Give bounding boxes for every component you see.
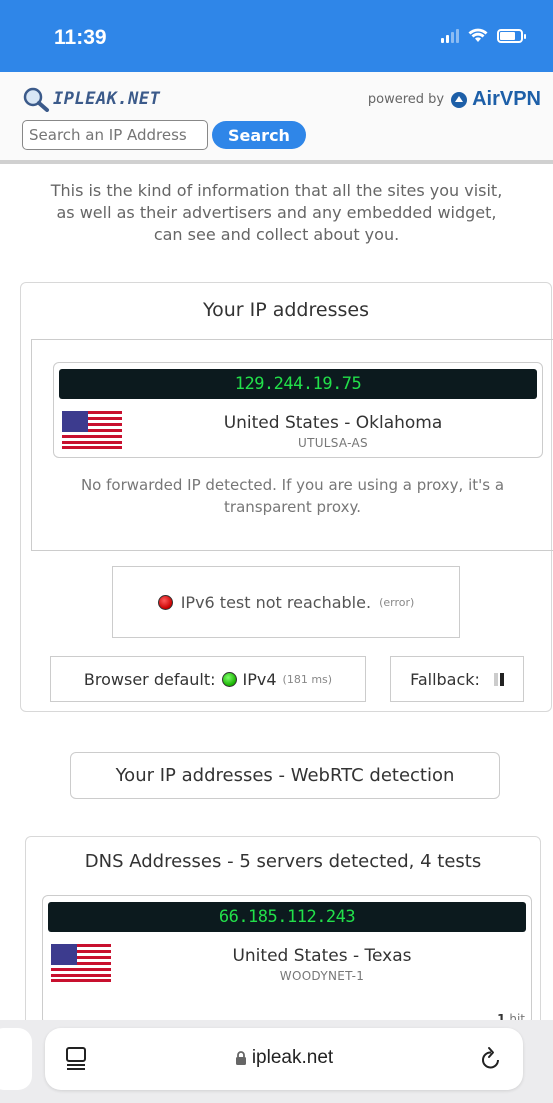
browser-default-box: Browser default: IPv4 (181 ms): [50, 656, 366, 702]
battery-icon: [497, 28, 526, 43]
lock-icon: [235, 1050, 246, 1065]
ip-addresses-card: Your IP addresses 129.244.19.75 United S…: [20, 282, 553, 712]
dns-addresses-title: DNS Addresses - 5 servers detected, 4 te…: [84, 851, 482, 872]
site-header: IPLEAK.NET powered by AirVPN Search: [0, 72, 553, 164]
airvpn-icon: [451, 91, 468, 108]
ip-panel: 129.244.19.75 United States - Oklahoma U…: [31, 339, 553, 551]
search-button[interactable]: Search: [212, 121, 306, 149]
ip-entry: 129.244.19.75 United States - Oklahoma U…: [53, 362, 543, 458]
ipv6-test-box: IPv6 test not reachable. (error): [112, 566, 460, 638]
status-bar: 11:39: [0, 0, 553, 72]
address-bar[interactable]: ipleak.net: [45, 1028, 523, 1090]
note-line-2: transparent proxy.: [224, 498, 361, 516]
intro-line-3: can see and collect about you.: [153, 225, 400, 244]
browser-default-label: Browser default:: [83, 669, 216, 689]
ip-address[interactable]: 129.244.19.75: [59, 369, 537, 399]
fallback-indicator-icon: [493, 672, 504, 686]
fallback-label: Fallback:: [410, 669, 480, 689]
note-line-1: No forwarded IP detected. If you are usi…: [80, 476, 505, 494]
fallback-box: Fallback:: [390, 656, 524, 702]
ipv6-status-text: IPv6 test not reachable.: [180, 592, 372, 612]
dns-asn: WOODYNET-1: [279, 969, 365, 983]
wifi-icon: [468, 28, 488, 42]
us-flag-icon: [62, 411, 122, 449]
intro-line-1: This is the kind of information that all…: [50, 181, 503, 200]
site-logo[interactable]: IPLEAK.NET: [22, 86, 160, 112]
search-input[interactable]: [22, 120, 208, 150]
reload-icon[interactable]: [479, 1046, 503, 1072]
magnifier-logo-icon: [23, 87, 49, 112]
dns-addresses-card: DNS Addresses - 5 servers detected, 4 te…: [25, 836, 541, 1036]
url-display[interactable]: ipleak.net: [45, 1047, 523, 1069]
us-flag-icon: [51, 944, 111, 982]
error-status-icon: [157, 594, 173, 610]
ip-addresses-title: Your IP addresses: [203, 299, 369, 321]
ip-asn: UTULSA-AS: [298, 436, 368, 450]
forwarded-ip-note: No forwarded IP detected. If you are usi…: [32, 474, 553, 518]
ipv6-status-detail: (error): [379, 595, 415, 609]
dns-entry: 66.185.112.243 United States - Texas WOO…: [42, 895, 532, 1026]
cellular-signal-icon: [441, 28, 459, 43]
airvpn-text: AirVPN: [472, 88, 541, 110]
airvpn-logo: AirVPN: [450, 88, 541, 111]
webrtc-detection-button[interactable]: Your IP addresses - WebRTC detection: [70, 752, 500, 799]
status-time: 11:39: [54, 26, 107, 49]
browser-default-latency: (181 ms): [282, 672, 333, 686]
powered-by[interactable]: powered by AirVPN: [368, 88, 541, 111]
powered-by-text: powered by: [367, 92, 445, 107]
ok-status-icon: [221, 671, 237, 687]
intro-text: This is the kind of information that all…: [0, 180, 553, 246]
search-form: Search: [22, 120, 306, 150]
intro-line-2: as well as their advertisers and any emb…: [56, 203, 497, 222]
dns-location: United States - Texas: [232, 946, 412, 966]
logo-text: IPLEAK.NET: [53, 89, 161, 109]
ip-location: United States - Oklahoma: [223, 413, 443, 433]
status-icons: [441, 28, 526, 43]
dns-ip-address[interactable]: 66.185.112.243: [48, 902, 526, 932]
browser-toolbar: ipleak.net: [0, 1020, 553, 1103]
browser-default-proto: IPv4: [242, 669, 277, 689]
previous-tab[interactable]: [0, 1028, 32, 1090]
url-text: ipleak.net: [251, 1047, 334, 1068]
